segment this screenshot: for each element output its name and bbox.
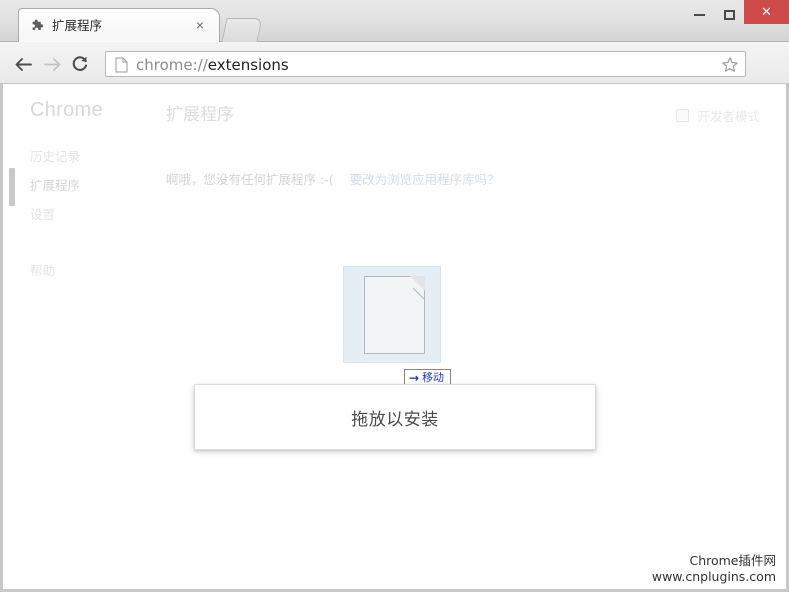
site-watermark: Chrome插件网 www.cnplugins.com (652, 553, 776, 585)
browser-window: 扩展程序 × ✕ chrome://extensions Chrome 历史记录… (0, 0, 789, 592)
browse-webstore-link[interactable]: 要改为浏览应用程序库吗？ (350, 169, 500, 188)
extensions-main: 扩展程序 开发者模式 啊哦，您没有任何扩展程序 :-( 要改为浏览应用程序库吗？ (160, 84, 789, 592)
bookmark-star-icon[interactable] (721, 56, 739, 74)
drag-ghost-file (343, 266, 441, 363)
page-document-icon (115, 57, 128, 73)
reload-button[interactable] (68, 52, 92, 76)
minimize-button[interactable] (684, 4, 714, 26)
developer-mode-toggle[interactable]: 开发者模式 (676, 106, 760, 125)
file-document-icon (364, 276, 436, 354)
move-tooltip-label: 移动 (422, 371, 445, 384)
developer-mode-checkbox[interactable] (676, 109, 690, 122)
forward-button (40, 52, 64, 76)
title-bar: 扩展程序 × ✕ (0, 0, 789, 42)
developer-mode-label: 开发者模式 (697, 109, 760, 124)
tab-strip: 扩展程序 × (0, 0, 789, 42)
sidebar-item-extensions[interactable]: 扩展程序 (30, 175, 80, 194)
empty-state-message: 啊哦，您没有任何扩展程序 :-( (166, 172, 334, 187)
close-button[interactable]: ✕ (744, 0, 789, 24)
url-scheme: chrome:// (136, 56, 208, 74)
address-bar-text: chrome://extensions (136, 55, 289, 76)
maximize-button[interactable] (714, 4, 744, 26)
extensions-sidebar: Chrome 历史记录 扩展程序 设置 帮助 (0, 84, 160, 592)
move-arrow-icon: → (409, 370, 420, 385)
watermark-line-1: Chrome插件网 (689, 553, 776, 568)
page-title: 扩展程序 (166, 105, 234, 125)
minimize-icon (693, 14, 705, 16)
watermark-line-2: www.cnplugins.com (651, 569, 776, 584)
puzzle-piece-icon (30, 18, 46, 34)
url-path: extensions (207, 56, 289, 74)
chrome-brand-label: Chrome (30, 99, 103, 121)
reload-icon (72, 56, 88, 71)
sidebar-item-help[interactable]: 帮助 (30, 260, 55, 279)
maximize-icon (723, 10, 735, 20)
address-bar[interactable]: chrome://extensions (105, 51, 746, 77)
drop-to-install-dialog[interactable]: 拖放以安装 (194, 384, 596, 450)
sidebar-item-history[interactable]: 历史记录 (30, 146, 80, 165)
back-button[interactable] (11, 52, 35, 76)
back-arrow-icon (15, 57, 32, 71)
drop-to-install-text: 拖放以安装 (351, 409, 439, 430)
window-controls: ✕ (684, 0, 789, 26)
sidebar-item-settings[interactable]: 设置 (30, 204, 55, 223)
page-content: Chrome 历史记录 扩展程序 设置 帮助 扩展程序 开发者模式 啊哦，您没有… (0, 84, 789, 592)
tab-title: 扩展程序 (52, 18, 103, 33)
page-scrollbar-thumb[interactable] (9, 168, 15, 206)
new-tab-button[interactable] (221, 18, 263, 42)
chrome-menu-button[interactable] (755, 53, 777, 73)
empty-state-row: 啊哦，您没有任何扩展程序 :-( 要改为浏览应用程序库吗？ (166, 169, 500, 188)
forward-arrow-icon (43, 57, 60, 71)
tab-close-icon[interactable]: × (193, 18, 207, 33)
browser-tab-extensions[interactable]: 扩展程序 × (18, 8, 220, 42)
browser-toolbar: chrome://extensions (0, 42, 789, 84)
